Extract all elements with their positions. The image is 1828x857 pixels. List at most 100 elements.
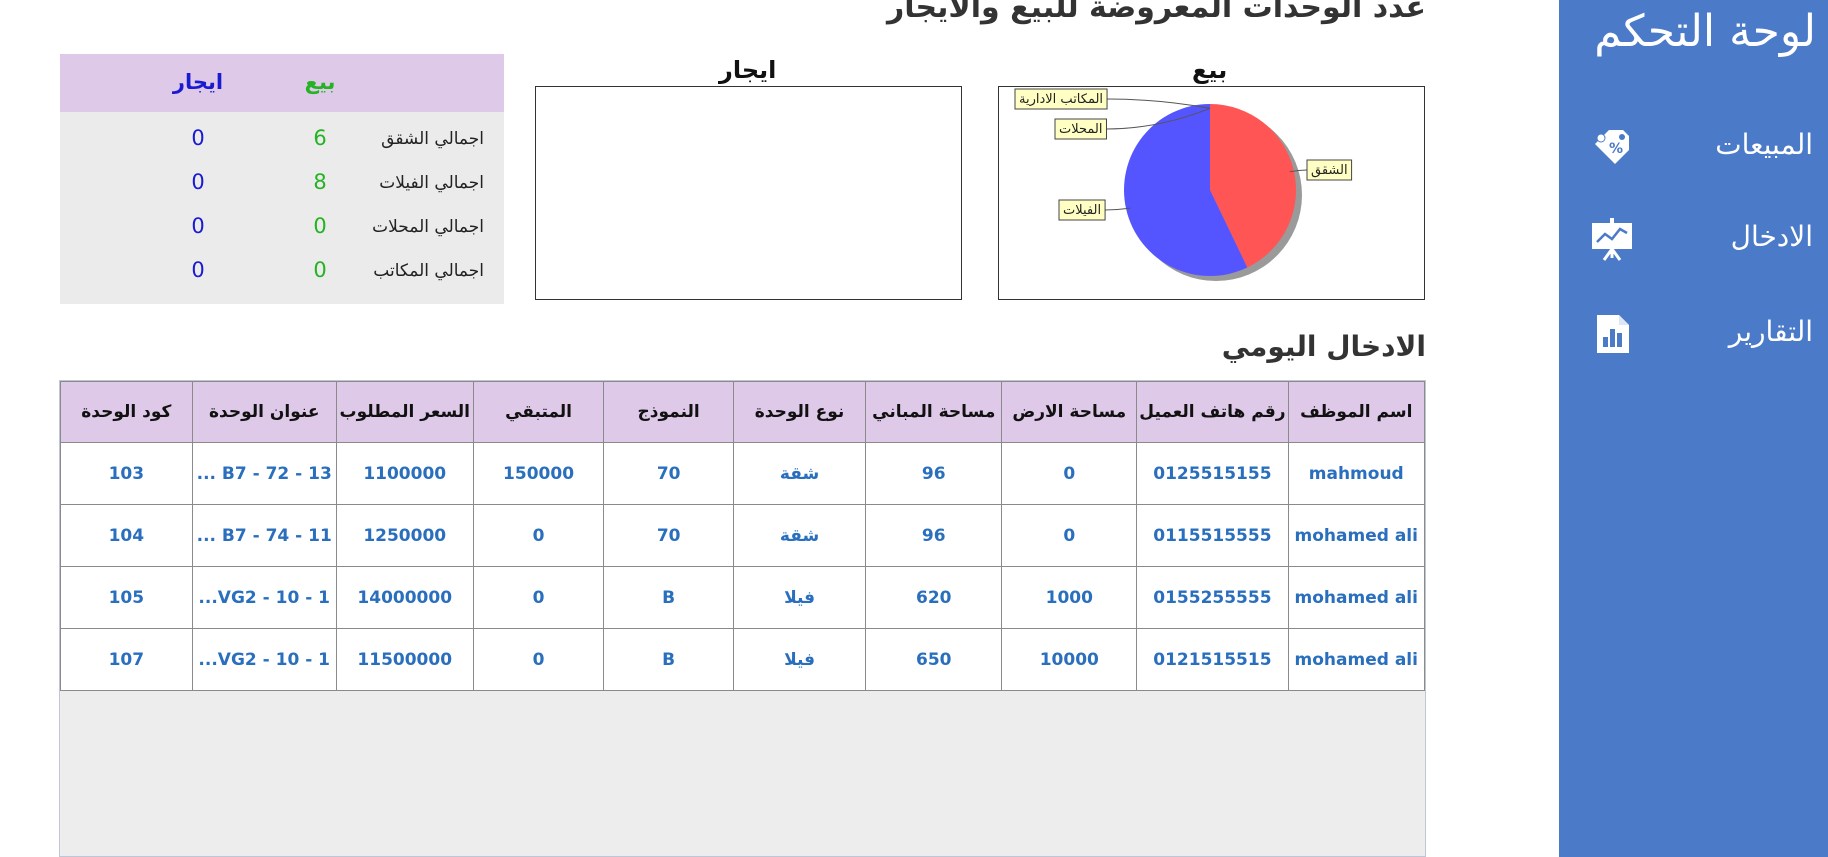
summary-header: بيع ايجار bbox=[60, 54, 504, 112]
cell-price[interactable]: 1100000 bbox=[335, 442, 474, 505]
daily-entry-grid[interactable]: اسم الموظف رقم هاتف العميل مساحة الارض م… bbox=[59, 380, 1426, 857]
cell-remaining[interactable]: 150000 bbox=[472, 442, 605, 505]
cell-unit-code[interactable]: 105 bbox=[60, 566, 193, 629]
summary-sale-value: 6 bbox=[313, 126, 327, 150]
summary-rent-value: 0 bbox=[191, 214, 205, 238]
summary-row-label: اجمالي الشقق bbox=[381, 129, 484, 149]
cell-price[interactable]: 14000000 bbox=[335, 566, 474, 629]
cell-building-area[interactable]: 96 bbox=[865, 442, 1003, 505]
cell-unit-address[interactable]: VG2 - 10 - 1... bbox=[191, 566, 337, 629]
sidebar: لوحة التحكم المبيعات % الادخال التقارير bbox=[1559, 0, 1828, 857]
summary-row: اجمالي الفيلات 8 0 bbox=[60, 165, 504, 205]
col-header-remaining[interactable]: المتبقي bbox=[472, 381, 605, 443]
cell-land-area[interactable]: 0 bbox=[1001, 442, 1138, 505]
cell-land-area[interactable]: 1000 bbox=[1001, 566, 1138, 629]
cell-unit-code[interactable]: 104 bbox=[60, 504, 193, 567]
sale-pie-chart: الشقق الفيلات المحلات المكاتب الادارية bbox=[1014, 88, 1353, 281]
summary-row-label: اجمالي المحلات bbox=[372, 217, 484, 237]
cell-client-phone[interactable]: 0125515155 bbox=[1136, 442, 1289, 505]
sidebar-item-label: المبيعات bbox=[1715, 128, 1813, 161]
pie-label: الشقق bbox=[1311, 163, 1348, 178]
col-header-employee[interactable]: اسم الموظف bbox=[1287, 381, 1425, 443]
rent-chart-title: ايجار bbox=[719, 56, 777, 84]
cell-remaining[interactable]: 0 bbox=[472, 628, 605, 691]
col-header-unit-address[interactable]: عنوان الوحدة bbox=[191, 381, 337, 443]
cell-unit-type[interactable]: شقة bbox=[732, 504, 867, 567]
cell-model[interactable]: 70 bbox=[603, 504, 734, 567]
daily-entry-table: اسم الموظف رقم هاتف العميل مساحة الارض م… bbox=[60, 381, 1425, 691]
cell-unit-type[interactable]: فيلا bbox=[732, 628, 867, 691]
cell-unit-address[interactable]: B7 - 72 - 13 ... bbox=[191, 442, 337, 505]
cell-model[interactable]: B bbox=[603, 566, 734, 629]
pie-label: المكاتب الادارية bbox=[1019, 92, 1103, 107]
summary-row: اجمالي المكاتب 0 0 bbox=[60, 253, 504, 293]
table-row[interactable]: mahmoud 0125515155 0 96 شقة 70 150000 1100000 B7… bbox=[60, 442, 1425, 505]
cell-remaining[interactable]: 0 bbox=[472, 504, 605, 567]
sidebar-item-label: الادخال bbox=[1730, 220, 1813, 253]
sales-tag-icon: % bbox=[1595, 130, 1629, 164]
summary-sale-value: 8 bbox=[313, 170, 327, 194]
svg-text:%: % bbox=[1609, 141, 1623, 157]
sale-chart-title: بيع bbox=[1192, 56, 1228, 84]
cell-model[interactable]: 70 bbox=[603, 442, 734, 505]
presentation-chart-icon bbox=[1592, 218, 1632, 261]
sale-chart: الشقق الفيلات المحلات المكاتب الادارية bbox=[998, 86, 1425, 300]
cell-unit-address[interactable]: B7 - 74 - 11 ... bbox=[191, 504, 337, 567]
summary-row: اجمالي الشقق 6 0 bbox=[60, 121, 504, 161]
cell-client-phone[interactable]: 0115515555 bbox=[1136, 504, 1289, 567]
dashboard-title: لوحة التحكم bbox=[1594, 6, 1816, 57]
cell-model[interactable]: B bbox=[603, 628, 734, 691]
cell-building-area[interactable]: 620 bbox=[865, 566, 1003, 629]
col-header-model[interactable]: النموذج bbox=[603, 381, 734, 443]
daily-entry-title: الادخال اليومي bbox=[1221, 330, 1426, 363]
summary-sale-value: 0 bbox=[313, 214, 327, 238]
pie-label: المحلات bbox=[1059, 122, 1102, 137]
summary-table: بيع ايجار اجمالي الشقق 6 0 اجمالي الفيلا… bbox=[60, 54, 504, 304]
col-header-unit-type[interactable]: نوع الوحدة bbox=[732, 381, 867, 443]
cell-unit-address[interactable]: VG2 - 10 - 1... bbox=[191, 628, 337, 691]
page-title: عدد الوحدات المعروضة للبيع والايجار bbox=[886, 0, 1426, 25]
col-header-unit-code[interactable]: كود الوحدة bbox=[60, 381, 193, 443]
col-header-land-area[interactable]: مساحة الارض bbox=[1001, 381, 1138, 443]
cell-building-area[interactable]: 650 bbox=[865, 628, 1003, 691]
table-row[interactable]: mohamed ali 0155255555 1000 620 فيلا B 0 140000… bbox=[60, 566, 1425, 629]
table-row[interactable]: mohamed ali 0121515515 10000 650 فيلا B 0 11500… bbox=[60, 628, 1425, 691]
table-row[interactable]: mohamed ali 0115515555 0 96 شقة 70 0 1250000 B7 … bbox=[60, 504, 1425, 567]
cell-client-phone[interactable]: 0121515515 bbox=[1136, 628, 1289, 691]
summary-col-sale: بيع bbox=[304, 70, 336, 94]
summary-sale-value: 0 bbox=[313, 258, 327, 282]
rent-chart bbox=[535, 86, 962, 300]
col-header-price[interactable]: السعر المطلوب bbox=[335, 381, 474, 443]
pie-label: الفيلات bbox=[1063, 203, 1101, 218]
sidebar-item-input[interactable]: الادخال bbox=[1559, 210, 1828, 270]
cell-unit-code[interactable]: 107 bbox=[60, 628, 193, 691]
grid-header-row: اسم الموظف رقم هاتف العميل مساحة الارض م… bbox=[60, 381, 1425, 443]
cell-land-area[interactable]: 0 bbox=[1001, 504, 1138, 567]
cell-client-phone[interactable]: 0155255555 bbox=[1136, 566, 1289, 629]
summary-row: اجمالي المحلات 0 0 bbox=[60, 209, 504, 249]
cell-employee[interactable]: mohamed ali bbox=[1287, 628, 1425, 691]
sidebar-item-label: التقارير bbox=[1728, 315, 1813, 348]
summary-rent-value: 0 bbox=[191, 126, 205, 150]
bar-report-icon bbox=[1597, 315, 1629, 353]
cell-employee[interactable]: mahmoud bbox=[1287, 442, 1425, 505]
cell-remaining[interactable]: 0 bbox=[472, 566, 605, 629]
cell-price[interactable]: 11500000 bbox=[335, 628, 474, 691]
summary-rent-value: 0 bbox=[191, 170, 205, 194]
cell-land-area[interactable]: 10000 bbox=[1001, 628, 1138, 691]
cell-price[interactable]: 1250000 bbox=[335, 504, 474, 567]
cell-unit-type[interactable]: فيلا bbox=[732, 566, 867, 629]
cell-unit-code[interactable]: 103 bbox=[60, 442, 193, 505]
sidebar-item-sales[interactable]: المبيعات % bbox=[1559, 118, 1828, 178]
summary-col-rent: ايجار bbox=[172, 70, 224, 94]
cell-employee[interactable]: mohamed ali bbox=[1287, 566, 1425, 629]
col-header-client-phone[interactable]: رقم هاتف العميل bbox=[1136, 381, 1289, 443]
summary-row-label: اجمالي المكاتب bbox=[373, 261, 484, 281]
summary-row-label: اجمالي الفيلات bbox=[379, 173, 484, 193]
summary-rent-value: 0 bbox=[191, 258, 205, 282]
cell-building-area[interactable]: 96 bbox=[865, 504, 1003, 567]
sidebar-item-reports[interactable]: التقارير bbox=[1559, 305, 1828, 365]
cell-unit-type[interactable]: شقة bbox=[732, 442, 867, 505]
cell-employee[interactable]: mohamed ali bbox=[1287, 504, 1425, 567]
col-header-building-area[interactable]: مساحة المباني bbox=[865, 381, 1003, 443]
